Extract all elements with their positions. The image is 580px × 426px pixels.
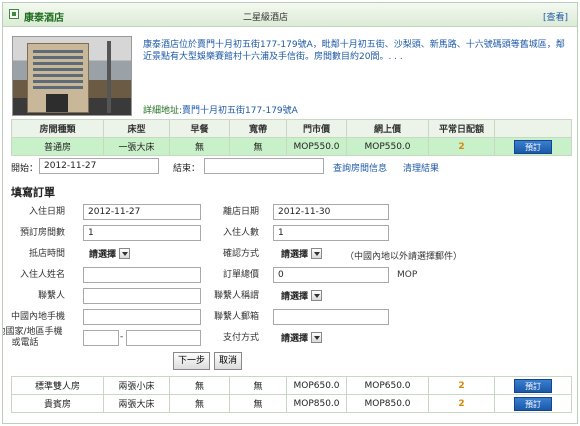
rack-price: MOP850.0	[286, 394, 347, 413]
hotel-address: 詳細地址:賣門十月初五街177-179號A	[143, 103, 298, 116]
start-date-label: 開始：	[11, 164, 39, 174]
room-type: 標準雙人房	[11, 376, 104, 395]
room-type: 貴賓房	[11, 394, 104, 413]
date-filter: 開始： 2012-11-27 結束： 查詢房間信息 清理結果	[9, 157, 569, 179]
book-cell: 預訂	[494, 137, 572, 156]
header-online-price: 網上價	[346, 119, 429, 138]
booking-form: 入住日期 2012-11-27 離店日期 2012-11-30 預訂房間數 1 …	[3, 201, 577, 376]
order-total-input: 0	[273, 267, 389, 283]
more-rooms-table: 標準雙人房 兩張小床 無 無 MOP650.0 MOP650.0 2 預訂 貴賓…	[11, 376, 572, 413]
query-rooms-link[interactable]: 查詢房間信息	[333, 161, 387, 174]
guest-name-label: 入住人姓名	[19, 270, 65, 280]
building-shape	[27, 43, 89, 113]
arrival-time-label: 抵店時間	[28, 249, 65, 259]
end-date-input[interactable]	[204, 158, 324, 174]
top-bar: 康泰酒店 二星級酒店 [查看]	[3, 3, 577, 27]
hotel-booking-page: 康泰酒店 二星級酒店 [查看] 康泰酒店位於賣門十月初五街177-179號A，毗…	[2, 2, 578, 424]
header-room-type: 房間種類	[11, 119, 104, 138]
mainland-phone-label: 中國內地手機	[10, 312, 65, 322]
order-total-unit: MOP	[397, 270, 418, 280]
broadband: 無	[229, 376, 287, 395]
header-weekday-quota: 平常日配額	[428, 119, 495, 138]
other-phone-label: 其他國家/地區手機或電話	[3, 327, 63, 348]
arrival-time-value: 請選擇	[89, 249, 117, 260]
form-title: 填寫訂單	[11, 186, 55, 199]
broadband: 無	[229, 137, 287, 156]
bed-type: 一張大床	[103, 137, 170, 156]
rooms-count-label: 預訂房間數	[19, 228, 65, 238]
chevron-down-icon	[311, 289, 323, 301]
contact-email-input[interactable]	[273, 309, 389, 325]
breakfast: 無	[169, 394, 230, 413]
book-button[interactable]: 預訂	[514, 396, 552, 411]
contact-title-select[interactable]: 請選擇	[281, 287, 323, 303]
contact-title-label: 聯繫人稱謂	[213, 291, 259, 301]
confirm-method-label: 確認方式	[222, 249, 259, 259]
contact-email-label: 聯繫人郵箱	[213, 312, 259, 322]
bed-type: 兩張小床	[103, 376, 170, 395]
broadband: 無	[229, 394, 287, 413]
header-rack-price: 門市價	[286, 119, 347, 138]
confirm-method-value: 請選擇	[281, 249, 309, 260]
guests-count-label: 入住人數	[222, 228, 259, 238]
header-bed-type: 床型	[103, 119, 170, 138]
online-price: MOP550.0	[346, 137, 429, 156]
checkout-label: 離店日期	[222, 207, 259, 217]
room-type: 普通房	[11, 137, 104, 156]
payment-method-label: 支付方式	[222, 333, 259, 343]
book-button[interactable]: 預訂	[514, 139, 552, 154]
end-date-label: 結束：	[173, 164, 201, 174]
rack-price: MOP550.0	[286, 137, 347, 156]
arrival-time-select[interactable]: 請選擇	[89, 245, 131, 261]
weekday-quota: 2	[428, 376, 495, 395]
chevron-down-icon	[119, 247, 131, 259]
hotel-logo-icon	[9, 9, 19, 19]
payment-method-value: 請選擇	[281, 333, 309, 344]
rack-price: MOP650.0	[286, 376, 347, 395]
weekday-quota: 2	[428, 394, 495, 413]
rooms-table-header: 房間種類 床型 早餐 寬帶 門市價 網上價 平常日配額	[11, 119, 572, 138]
rooms-table: 房間種類 床型 早餐 寬帶 門市價 網上價 平常日配額 普通房 一張大床 無 無…	[11, 119, 572, 156]
hotel-description: 康泰酒店位於賣門十月初五街177-179號A，毗鄰十月初五街、沙梨頭、新馬路、十…	[143, 40, 565, 62]
header-action	[494, 119, 572, 138]
table-row[interactable]: 普通房 一張大床 無 無 MOP550.0 MOP550.0 2 預訂	[11, 137, 572, 156]
checkout-input[interactable]: 2012-11-30	[273, 204, 389, 220]
table-row[interactable]: 貴賓房 兩張大床 無 無 MOP850.0 MOP850.0 2 預訂	[11, 394, 572, 413]
breakfast: 無	[169, 376, 230, 395]
street-pole-shape	[107, 41, 111, 113]
confirm-method-select[interactable]: 請選擇	[281, 245, 323, 261]
chevron-down-icon	[311, 247, 323, 259]
other-phone-code-input[interactable]	[83, 330, 119, 346]
confirm-note: （中國內地以外請選擇郵件）	[345, 252, 463, 262]
table-row[interactable]: 標準雙人房 兩張小床 無 無 MOP650.0 MOP650.0 2 預訂	[11, 376, 572, 395]
contact-title-value: 請選擇	[281, 291, 309, 302]
guests-count-input[interactable]: 1	[273, 225, 389, 241]
hotel-name: 康泰酒店	[24, 13, 64, 24]
chevron-down-icon	[311, 331, 323, 343]
start-date-input[interactable]: 2012-11-27	[39, 158, 159, 174]
star-rating: 二星級酒店	[243, 13, 289, 23]
address-value: 賣門十月初五街177-179號A	[182, 106, 298, 116]
header-breakfast: 早餐	[169, 119, 230, 138]
next-step-button[interactable]: 下一步	[173, 352, 211, 370]
book-cell: 預訂	[494, 394, 572, 413]
payment-method-select[interactable]: 請選擇	[281, 329, 323, 345]
view-link[interactable]: [查看]	[543, 10, 568, 23]
header-broadband: 寬帶	[229, 119, 287, 138]
book-cell: 預訂	[494, 376, 572, 395]
book-button[interactable]: 預訂	[514, 378, 552, 393]
contact-label: 聯繫人	[37, 291, 65, 301]
address-label: 詳細地址:	[143, 106, 183, 116]
order-total-label: 訂單總價	[222, 270, 259, 280]
hotel-photo	[12, 36, 132, 116]
breakfast: 無	[169, 137, 230, 156]
phone-separator: -	[120, 332, 124, 342]
online-price: MOP850.0	[346, 394, 429, 413]
bed-type: 兩張大床	[103, 394, 170, 413]
clear-results-link[interactable]: 清理結果	[403, 161, 439, 174]
online-price: MOP650.0	[346, 376, 429, 395]
checkin-label: 入住日期	[28, 207, 65, 217]
cancel-button[interactable]: 取消	[214, 352, 243, 370]
weekday-quota: 2	[428, 137, 495, 156]
